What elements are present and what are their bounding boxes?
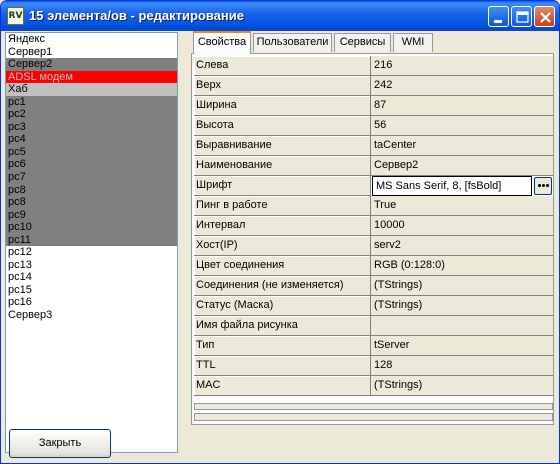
- list-item[interactable]: Хаб: [6, 83, 177, 96]
- property-row[interactable]: Соединения (не изменяется) (TStrings): [194, 276, 553, 296]
- property-name: MAC: [194, 376, 371, 396]
- property-value[interactable]: (TStrings): [371, 296, 553, 316]
- property-name: Наименование: [194, 156, 371, 176]
- list-item[interactable]: pc7: [6, 171, 177, 184]
- list-item[interactable]: pc3: [6, 120, 177, 134]
- property-row[interactable]: Статус (Маска) (TStrings): [194, 296, 553, 316]
- list-item[interactable]: Сервер2: [6, 58, 177, 71]
- list-item[interactable]: pc8: [6, 196, 177, 209]
- property-value[interactable]: serv2: [371, 236, 553, 256]
- property-name: Ширина: [194, 96, 371, 116]
- property-value[interactable]: RGB (0:128:0): [371, 256, 553, 276]
- property-row[interactable]: Хост(IP) serv2: [194, 236, 553, 256]
- property-value[interactable]: 10000: [371, 216, 553, 236]
- tab-properties[interactable]: Свойства: [193, 31, 251, 54]
- property-name: Пинг в работе: [194, 196, 371, 216]
- list-item[interactable]: ADSL модем: [6, 70, 177, 84]
- property-value[interactable]: 128: [371, 356, 553, 376]
- property-row[interactable]: Интервал 10000: [194, 216, 553, 236]
- property-row[interactable]: Имя файла рисунка: [194, 316, 553, 336]
- property-row[interactable]: TTL 128: [194, 356, 553, 376]
- list-item[interactable]: pc1: [6, 95, 177, 109]
- property-name: Тип: [194, 336, 371, 356]
- property-value[interactable]: True: [371, 196, 553, 216]
- property-row[interactable]: Высота 56: [194, 116, 553, 136]
- list-item[interactable]: pc12: [6, 246, 177, 259]
- property-name: Слева: [194, 56, 371, 76]
- property-name: TTL: [194, 356, 371, 376]
- property-name: Высота: [194, 116, 371, 136]
- property-row[interactable]: Наименование Сервер2: [194, 156, 553, 176]
- list-item[interactable]: pc5: [6, 145, 177, 159]
- property-row[interactable]: Тип tServer: [194, 336, 553, 356]
- property-name: Верх: [194, 76, 371, 96]
- property-row[interactable]: Пинг в работе True: [194, 196, 553, 216]
- close-button[interactable]: Закрыть: [9, 429, 111, 458]
- tab-services[interactable]: Сервисы: [334, 33, 391, 52]
- tab-users[interactable]: Пользователи: [253, 33, 332, 52]
- property-value[interactable]: taCenter: [371, 136, 553, 156]
- list-item[interactable]: pc4: [6, 133, 177, 146]
- font-value-field[interactable]: MS Sans Serif, 8, [fsBold]: [372, 176, 532, 196]
- list-item[interactable]: pc13: [6, 259, 177, 272]
- property-name: Имя файла рисунка: [194, 316, 371, 336]
- property-row[interactable]: Шрифт MS Sans Serif, 8, [fsBold]: [194, 176, 553, 196]
- property-name: Интервал: [194, 216, 371, 236]
- property-row[interactable]: Ширина 87: [194, 96, 553, 116]
- list-item[interactable]: Сервер3: [6, 309, 177, 322]
- horizontal-scrollbar[interactable]: [194, 403, 553, 410]
- property-value[interactable]: (TStrings): [371, 376, 553, 396]
- property-row[interactable]: MAC (TStrings): [194, 376, 553, 396]
- property-value[interactable]: tServer: [371, 336, 553, 356]
- element-list[interactable]: Яндекс Сервер1 Сервер2 ADSL модем Хаб pc1 pc2 p…: [5, 32, 178, 453]
- list-item[interactable]: pc14: [6, 271, 177, 284]
- list-item[interactable]: pc10: [6, 221, 177, 234]
- property-name: Цвет соединения: [194, 256, 371, 276]
- property-row[interactable]: Слева 216: [194, 56, 553, 76]
- app-icon: RV: [7, 7, 24, 25]
- maximize-button[interactable]: [511, 6, 532, 27]
- list-item[interactable]: pc16: [6, 296, 177, 309]
- property-value[interactable]: [371, 316, 553, 336]
- property-grid[interactable]: Слева 216 Верх 242 Ширина 87 Высота 56 Выравнива…: [194, 56, 553, 401]
- list-item[interactable]: pc2: [6, 108, 177, 121]
- list-item[interactable]: Яндекс: [6, 33, 177, 46]
- property-value[interactable]: 56: [371, 116, 553, 136]
- close-icon: [540, 12, 551, 23]
- property-value[interactable]: (TStrings): [371, 276, 553, 296]
- list-item[interactable]: pc11: [6, 233, 177, 247]
- property-row[interactable]: Цвет соединения RGB (0:128:0): [194, 256, 553, 276]
- tab-wmi[interactable]: WMI: [393, 33, 433, 52]
- property-value[interactable]: Сервер2: [371, 156, 553, 176]
- font-picker-button[interactable]: [534, 177, 552, 195]
- minimize-icon: [494, 20, 502, 23]
- maximize-icon: [516, 11, 529, 23]
- minimize-button[interactable]: [488, 6, 509, 27]
- property-name: Выравнивание: [194, 136, 371, 156]
- property-value[interactable]: 87: [371, 96, 553, 116]
- property-value[interactable]: 242: [371, 76, 553, 96]
- property-value[interactable]: 216: [371, 56, 553, 76]
- window-title: 15 элемента/ов - редактирование: [29, 8, 244, 23]
- property-name: Хост(IP): [194, 236, 371, 256]
- list-item[interactable]: pc8: [6, 183, 177, 197]
- title-bar[interactable]: RV 15 элемента/ов - редактирование: [1, 1, 559, 31]
- list-item[interactable]: pc15: [6, 284, 177, 297]
- property-name: Соединения (не изменяется): [194, 276, 371, 296]
- description-strip: [194, 413, 553, 421]
- property-name: Шрифт: [194, 176, 371, 196]
- property-row[interactable]: Выравнивание taCenter: [194, 136, 553, 156]
- close-window-button[interactable]: [534, 6, 555, 27]
- list-item[interactable]: pc6: [6, 158, 177, 172]
- list-item[interactable]: pc9: [6, 208, 177, 222]
- list-item[interactable]: Сервер1: [6, 46, 177, 59]
- editor-window: RV 15 элемента/ов - редактирование Яндек…: [0, 0, 560, 464]
- property-name: Статус (Маска): [194, 296, 371, 316]
- property-row[interactable]: Верх 242: [194, 76, 553, 96]
